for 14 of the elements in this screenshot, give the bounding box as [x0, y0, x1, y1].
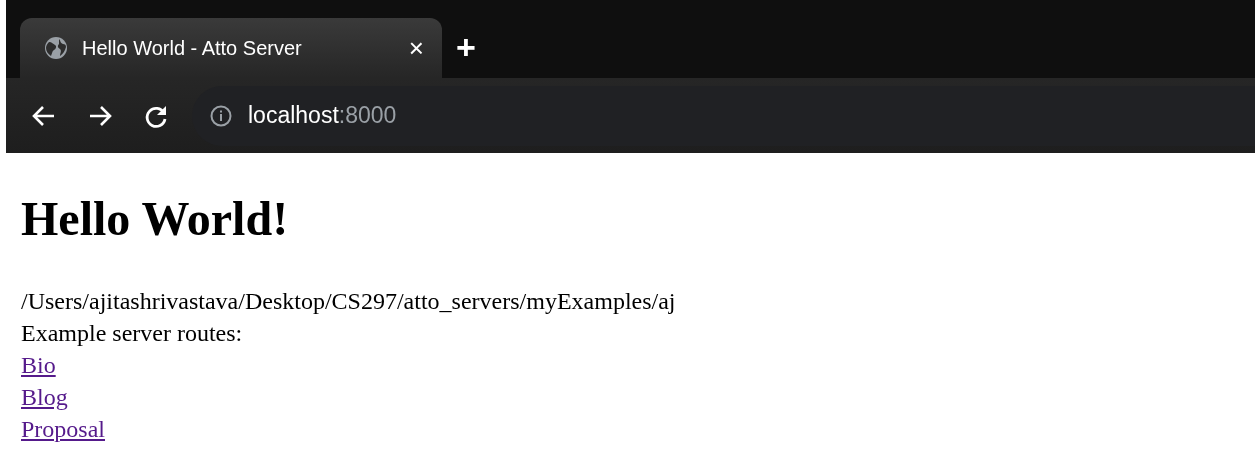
route-link[interactable]: Proposal: [21, 413, 105, 445]
browser-tab[interactable]: Hello World - Atto Server ×: [20, 18, 442, 78]
address-bar[interactable]: localhost:8000: [192, 85, 1255, 146]
route-link[interactable]: Bio: [21, 349, 56, 381]
close-tab-button[interactable]: ×: [408, 35, 424, 61]
tab-title: Hello World - Atto Server: [82, 36, 303, 60]
routes-label: Example server routes:: [21, 319, 244, 348]
info-icon[interactable]: [210, 104, 232, 127]
page-heading: Hello World!: [21, 191, 290, 247]
globe-icon: [44, 36, 68, 60]
new-tab-button[interactable]: +: [456, 30, 476, 64]
route-link[interactable]: Blog: [21, 381, 68, 413]
url-text: localhost:8000: [248, 102, 397, 129]
path-text: /Users/ajitashrivastava/Desktop/CS297/atto_servers/myExamples/aj: [21, 287, 677, 316]
